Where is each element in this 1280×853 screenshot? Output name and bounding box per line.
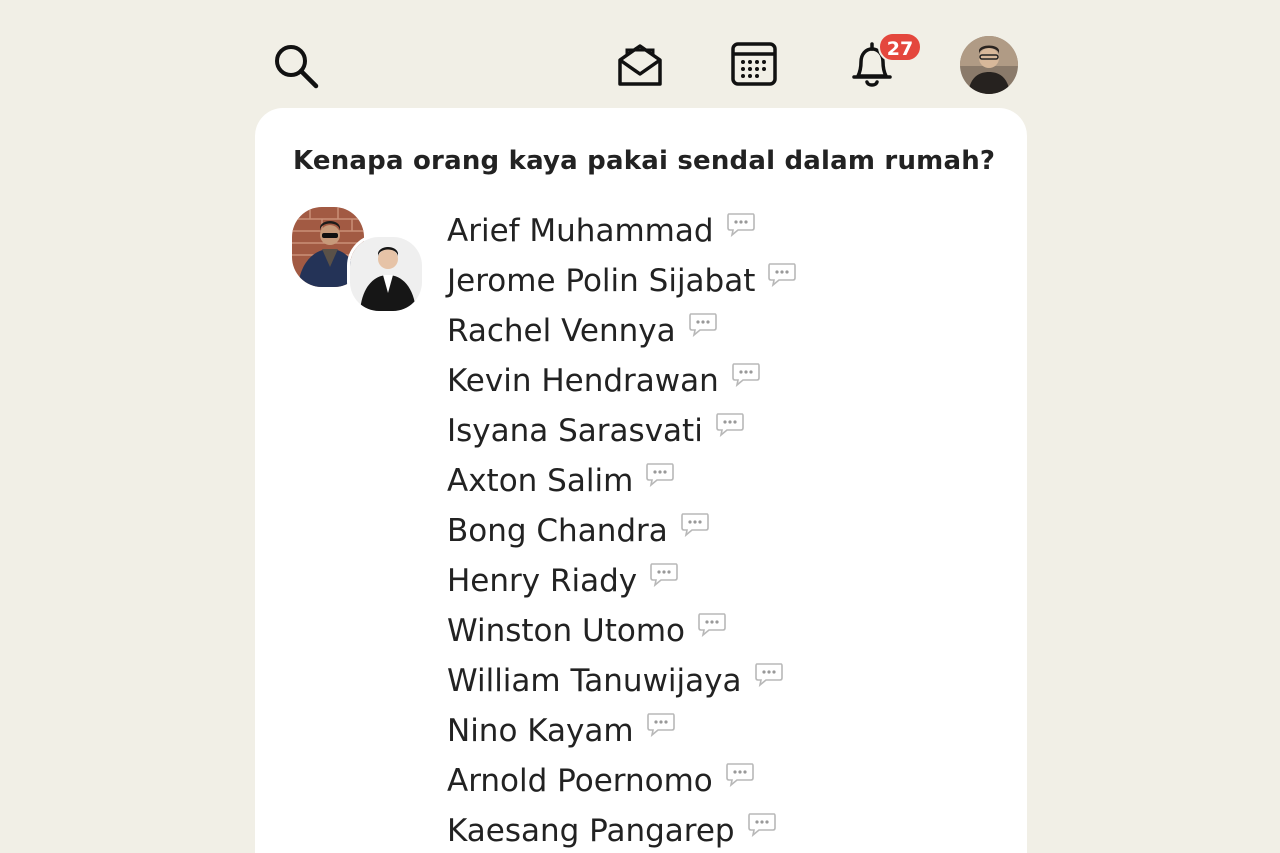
envelope-open-icon (618, 44, 662, 86)
speaker-row: Rachel Vennya (447, 306, 797, 356)
speech-bubble-icon (716, 413, 744, 437)
speaker-row: Arnold Poernomo (447, 756, 797, 806)
speech-bubble-icon (747, 813, 776, 837)
room-card[interactable]: Kenapa orang kaya pakai sendal dalam rum… (255, 108, 1027, 853)
speech-bubble-icon (650, 563, 678, 587)
profile-avatar[interactable] (960, 36, 1018, 94)
speech-bubble-icon (688, 313, 717, 337)
speaker-name: Arief Muhammad (447, 213, 714, 249)
speaker-photo-2 (350, 237, 422, 311)
speaker-avatar (347, 234, 425, 314)
speaker-row: Kevin Hendrawan (447, 356, 797, 406)
notification-count-badge: 27 (878, 32, 922, 62)
speech-bubble-icon (646, 463, 675, 487)
speaker-name: Winston Utomo (447, 613, 685, 649)
speaker-row: Kaesang Pangarep (447, 806, 797, 853)
speaker-list: Arief Muhammad Jerome Polin Sijabat Rach… (447, 206, 797, 853)
calendar-icon (731, 42, 777, 86)
search-button[interactable] (268, 38, 324, 94)
speech-bubble-icon (646, 713, 675, 737)
speaker-name: Axton Salim (447, 463, 634, 499)
speaker-row: Henry Riady (447, 556, 797, 606)
speech-bubble-icon (725, 763, 754, 787)
speaker-row: Winston Utomo (447, 606, 797, 656)
speech-bubble-icon (726, 213, 755, 237)
speaker-row: Isyana Sarasvati (447, 406, 797, 456)
profile-photo (960, 36, 1018, 94)
room-title: Kenapa orang kaya pakai sendal dalam rum… (293, 146, 996, 176)
speech-bubble-icon (768, 263, 797, 287)
speaker-name: William Tanuwijaya (447, 663, 742, 699)
speaker-row: Jerome Polin Sijabat (447, 256, 797, 306)
speaker-name: Rachel Vennya (447, 313, 676, 349)
invites-button[interactable] (612, 36, 668, 92)
clubhouse-hallway: 27 Kenapa orang kaya pakai sendal dalam … (0, 0, 1280, 853)
speaker-name: Bong Chandra (447, 513, 668, 549)
speaker-name: Kaesang Pangarep (447, 813, 735, 849)
speaker-row: Bong Chandra (447, 506, 797, 556)
speaker-row: Arief Muhammad (447, 206, 797, 256)
calendar-button[interactable] (726, 36, 782, 92)
speech-bubble-icon (680, 513, 709, 537)
speaker-name: Nino Kayam (447, 713, 634, 749)
speech-bubble-icon (731, 363, 760, 387)
speaker-name: Arnold Poernomo (447, 763, 713, 799)
top-bar: 27 (0, 0, 1280, 110)
speaker-row: William Tanuwijaya (447, 656, 797, 706)
speaker-name: Isyana Sarasvati (447, 413, 703, 449)
search-icon (275, 45, 319, 89)
speaker-name: Jerome Polin Sijabat (447, 263, 756, 299)
speaker-row: Axton Salim (447, 456, 797, 506)
speaker-row: Nino Kayam (447, 706, 797, 756)
speaker-name: Kevin Hendrawan (447, 363, 719, 399)
speaker-name: Henry Riady (447, 563, 638, 599)
speech-bubble-icon (754, 663, 783, 687)
speech-bubble-icon (698, 613, 726, 637)
